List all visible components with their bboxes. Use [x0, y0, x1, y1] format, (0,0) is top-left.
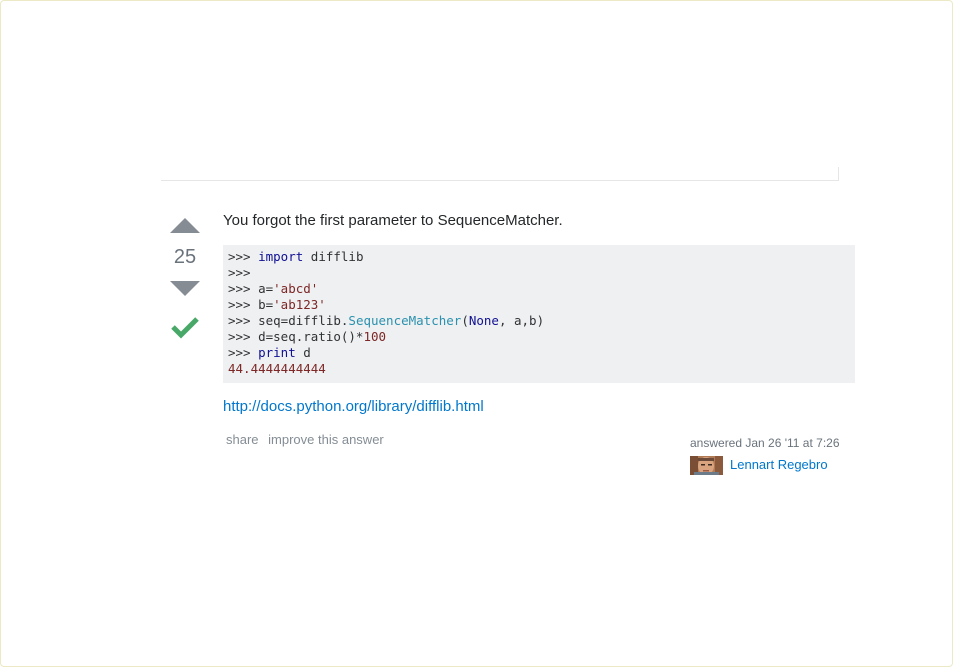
code-token: >>> a=	[228, 281, 274, 296]
code-line: >>> print d	[228, 345, 311, 360]
code-token: d	[295, 345, 311, 360]
code-block: >>> import difflib >>> >>> a='abcd' >>> …	[223, 245, 855, 383]
code-token: 44.4444444444	[228, 361, 326, 376]
upvote-arrow-icon[interactable]	[170, 218, 200, 233]
code-token: difflib	[303, 249, 364, 264]
code-token: >>>	[228, 345, 259, 360]
code-line: >>> b='ab123'	[228, 297, 326, 312]
vote-count: 25	[173, 246, 197, 268]
code-token: import	[258, 249, 304, 264]
code-line: >>> seq=difflib.SequenceMatcher(None, a,…	[228, 313, 544, 328]
answer-intro-text: You forgot the first parameter to Sequen…	[223, 212, 563, 229]
user-name-link[interactable]: Lennart Regebro	[730, 457, 828, 472]
code-token: 'abcd'	[273, 281, 319, 296]
share-link[interactable]: share	[226, 432, 259, 447]
post-menu: share improve this answer	[226, 432, 390, 447]
divider-tick	[838, 167, 839, 180]
accepted-checkmark-icon	[171, 317, 199, 339]
code-token: (	[461, 313, 469, 328]
code-line: >>> a='abcd'	[228, 281, 318, 296]
code-content: >>> import difflib >>> >>> a='abcd' >>> …	[228, 249, 544, 376]
docs-link[interactable]: http://docs.python.org/library/difflib.h…	[223, 398, 484, 415]
user-row: Lennart Regebro	[690, 456, 860, 476]
top-divider	[161, 180, 839, 181]
user-signature: answered Jan 26 '11 at 7:26 Lennart Rege…	[690, 436, 860, 475]
code-line: >>> d=seq.ratio()*100	[228, 329, 386, 344]
code-line: >>>	[228, 265, 251, 280]
code-token: print	[258, 345, 296, 360]
code-token: >>> seq=difflib.	[228, 313, 349, 328]
code-token: SequenceMatcher	[348, 313, 462, 328]
improve-answer-link[interactable]: improve this answer	[268, 432, 384, 447]
code-token: 'ab123'	[273, 297, 326, 312]
answered-time: answered Jan 26 '11 at 7:26	[690, 436, 840, 450]
user-avatar[interactable]	[690, 456, 723, 475]
code-token: 100	[363, 329, 387, 344]
code-line: 44.4444444444	[228, 361, 326, 376]
code-token: None	[468, 313, 499, 328]
code-token: >>>	[228, 249, 259, 264]
code-token: >>> b=	[228, 297, 274, 312]
code-token: , a,b)	[498, 313, 545, 328]
code-token: >>>	[228, 265, 251, 280]
code-token: >>> d=seq.ratio()*	[228, 329, 364, 344]
code-line: >>> import difflib	[228, 249, 363, 264]
downvote-arrow-icon[interactable]	[170, 281, 200, 296]
